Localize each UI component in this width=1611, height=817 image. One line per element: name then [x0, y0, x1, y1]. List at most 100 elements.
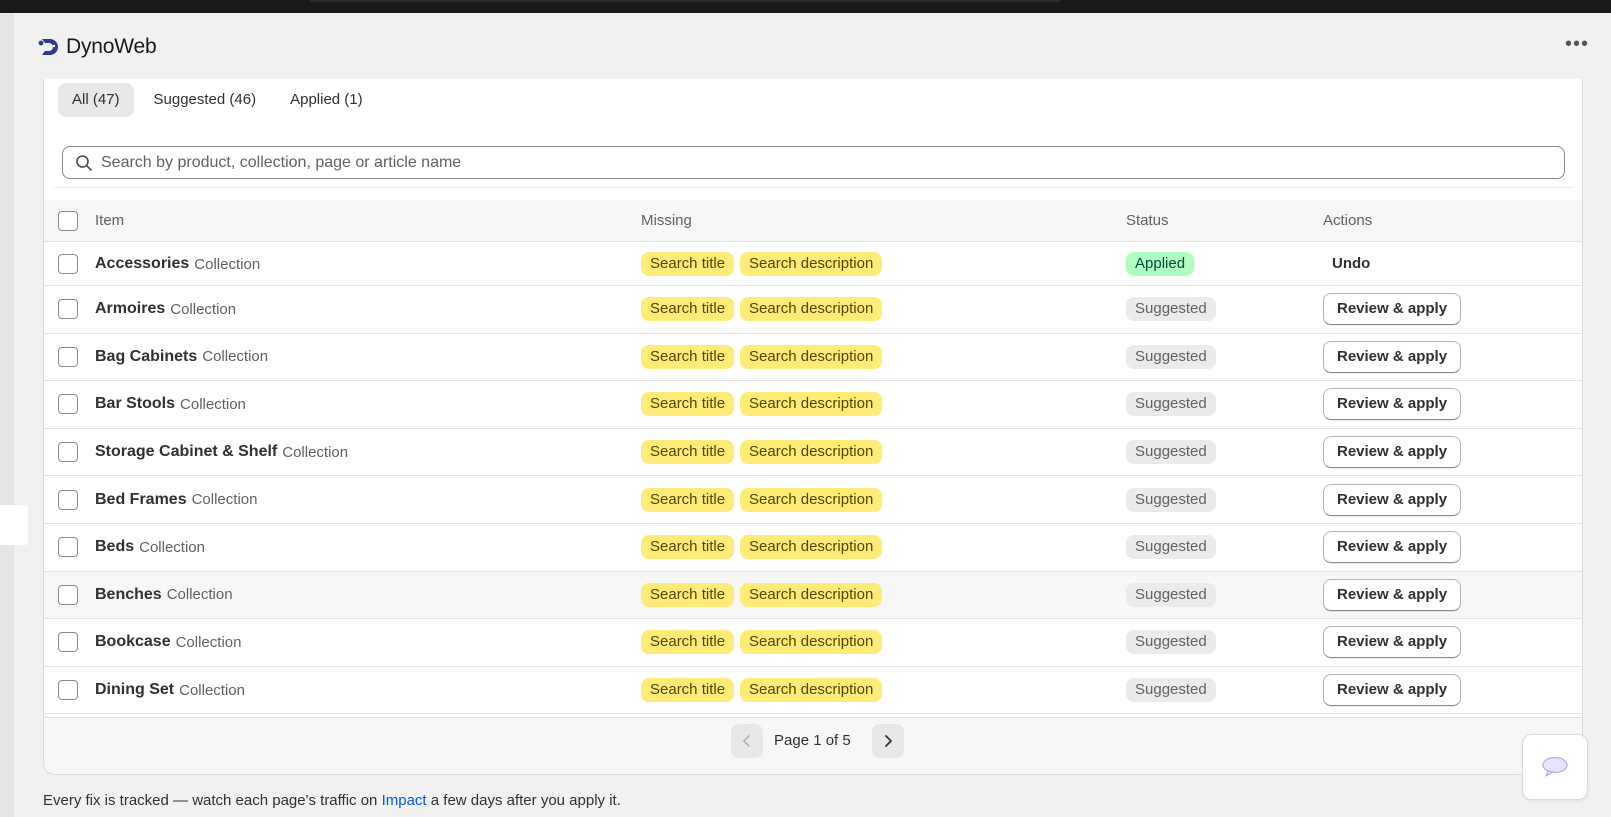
review-apply-button[interactable]: Review & apply	[1323, 483, 1462, 516]
item-cell: Dining Set Collection	[95, 667, 245, 714]
item-type: Collection	[139, 538, 205, 556]
next-page-button[interactable]	[872, 724, 904, 758]
impact-link[interactable]: Impact	[382, 792, 427, 809]
missing-badge: Search description	[740, 297, 883, 322]
missing-badge: Search title	[641, 630, 735, 655]
item-type: Collection	[170, 300, 237, 318]
app-name: DynoWeb	[66, 35, 157, 58]
browser-top-strip	[0, 0, 1611, 13]
missing-cell: Search title Search description	[641, 344, 883, 369]
search-icon	[76, 154, 92, 171]
item-type: Collection	[180, 395, 246, 413]
row-checkbox[interactable]	[58, 537, 78, 558]
item-name[interactable]: Accessories	[95, 255, 189, 273]
row-checkbox[interactable]	[58, 394, 78, 415]
item-name[interactable]: Beds	[95, 538, 134, 556]
missing-badge: Search description	[740, 440, 883, 465]
item-name[interactable]: Bag Cabinets	[95, 348, 197, 366]
app-header: DynoWeb •••	[14, 13, 1611, 80]
missing-cell: Search title Search description	[641, 297, 883, 322]
item-name[interactable]: Storage Cabinet & Shelf	[95, 443, 277, 461]
previous-page-button[interactable]	[731, 724, 763, 758]
missing-badge: Search title	[641, 297, 735, 322]
item-type: Collection	[202, 348, 269, 366]
item-cell: Storage Cabinet & Shelf Collection	[95, 429, 348, 476]
row-checkbox[interactable]	[58, 489, 78, 510]
row-checkbox[interactable]	[58, 346, 78, 367]
table-row: Bookcase Collection Search title Search des…	[44, 619, 1582, 667]
status-badge: Suggested	[1126, 297, 1216, 322]
review-apply-button[interactable]: Review & apply	[1323, 436, 1462, 469]
review-apply-button[interactable]: Review & apply	[1323, 578, 1462, 611]
row-checkbox[interactable]	[58, 254, 78, 274]
status-badge: Suggested	[1126, 344, 1216, 369]
item-cell: Benches Collection	[95, 572, 233, 619]
review-apply-button[interactable]: Review & apply	[1323, 340, 1462, 373]
status-badge: Applied	[1126, 252, 1195, 276]
chat-button[interactable]	[1522, 734, 1588, 800]
select-all-checkbox[interactable]	[58, 211, 78, 231]
search-field[interactable]	[62, 146, 1565, 179]
chevron-right-icon	[885, 735, 892, 747]
missing-badge: Search title	[641, 535, 735, 560]
missing-cell: Search title Search description	[641, 440, 883, 465]
status-badge: Suggested	[1126, 392, 1216, 417]
filter-tabs: All (47) Suggested (46) Applied (1)	[58, 83, 377, 117]
item-cell: Bar Stools Collection	[95, 381, 246, 428]
missing-cell: Search title Search description	[641, 630, 883, 655]
row-checkbox[interactable]	[58, 680, 78, 701]
review-apply-button[interactable]: Review & apply	[1323, 531, 1462, 564]
item-cell: Bag Cabinets Collection	[95, 334, 268, 381]
row-checkbox[interactable]	[58, 584, 78, 605]
missing-badge: Search title	[641, 344, 735, 369]
item-name[interactable]: Bed Frames	[95, 491, 187, 509]
missing-badge: Search title	[641, 440, 735, 465]
search-input[interactable]	[101, 153, 1501, 172]
missing-badge: Search description	[740, 344, 883, 369]
row-checkbox[interactable]	[58, 632, 78, 653]
missing-badge: Search title	[641, 582, 735, 607]
brand: DynoWeb	[36, 35, 157, 59]
column-header-missing: Missing	[641, 212, 692, 229]
chevron-left-icon	[743, 735, 750, 747]
missing-cell: Search title Search description	[641, 487, 883, 512]
item-name[interactable]: Benches	[95, 586, 162, 604]
table-row: Bar Stools Collection Search title Search d…	[44, 381, 1582, 429]
table-row: Beds Collection Search title Search descrip…	[44, 524, 1582, 572]
undo-button[interactable]: Undo	[1332, 253, 1370, 275]
status-badge: Suggested	[1126, 487, 1216, 512]
column-header-status: Status	[1126, 212, 1169, 229]
row-checkbox[interactable]	[58, 442, 78, 463]
review-apply-button[interactable]: Review & apply	[1323, 388, 1462, 421]
item-name[interactable]: Bar Stools	[95, 395, 175, 413]
tab-all[interactable]: All (47)	[58, 83, 134, 117]
top-notch	[310, 0, 1060, 2]
more-horizontal-icon[interactable]: •••	[1565, 34, 1589, 54]
item-cell: Armoires Collection	[95, 286, 236, 333]
item-name[interactable]: Bookcase	[95, 633, 171, 651]
missing-cell: Search title Search description	[641, 535, 883, 560]
review-apply-button[interactable]: Review & apply	[1323, 674, 1462, 707]
table-header: Item Missing Status Actions	[44, 200, 1582, 242]
missing-cell: Search title Search description	[641, 392, 883, 417]
side-handle[interactable]	[0, 505, 28, 545]
missing-badge: Search title	[641, 392, 735, 417]
item-name[interactable]: Armoires	[95, 300, 165, 318]
review-apply-button[interactable]: Review & apply	[1323, 626, 1462, 659]
missing-badge: Search title	[641, 678, 735, 703]
table-row: Dining Set Collection Search title Search d…	[44, 667, 1582, 715]
item-type: Collection	[194, 255, 261, 273]
item-name[interactable]: Dining Set	[95, 681, 174, 699]
tab-applied[interactable]: Applied (1)	[276, 83, 377, 117]
tab-suggested[interactable]: Suggested (46)	[140, 83, 271, 117]
items-card: All (47) Suggested (46) Applied (1) Item…	[43, 79, 1583, 775]
column-header-actions: Actions	[1323, 212, 1373, 229]
item-cell: Bed Frames Collection	[95, 476, 257, 523]
missing-badge: Search description	[740, 582, 883, 607]
missing-cell: Search title Search description	[641, 252, 883, 276]
row-checkbox[interactable]	[58, 299, 78, 320]
missing-badge: Search description	[740, 487, 883, 512]
table-body: Accessories Collection Search title Search …	[44, 243, 1582, 715]
missing-badge: Search description	[740, 252, 883, 276]
review-apply-button[interactable]: Review & apply	[1323, 293, 1462, 326]
